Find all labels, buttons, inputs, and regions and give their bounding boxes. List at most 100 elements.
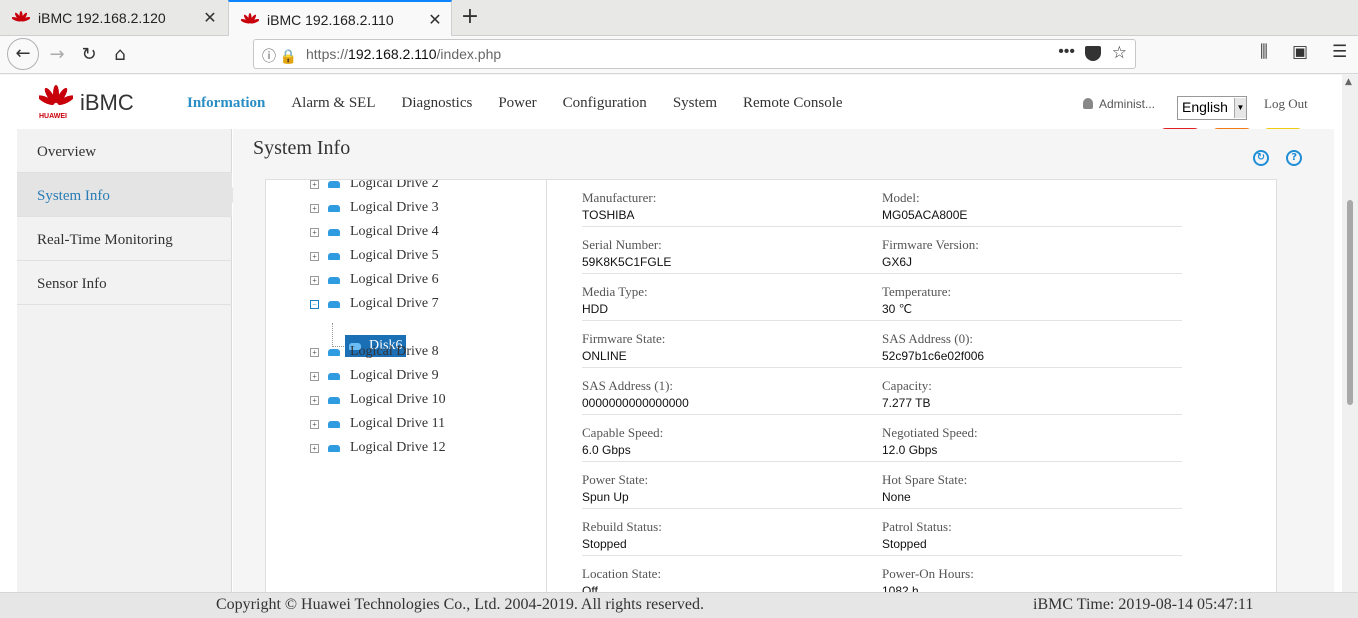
tree-item[interactable]: + Logical Drive 8 xyxy=(310,342,439,362)
tree-item[interactable]: + Logical Drive 5 xyxy=(310,246,439,266)
menu-power[interactable]: Power xyxy=(498,95,536,112)
detail-value: 30 ℃ xyxy=(882,302,913,316)
menu-system[interactable]: System xyxy=(673,95,717,112)
reload-button[interactable]: ↻ xyxy=(74,40,104,70)
detail-row: Capable Speed: 6.0 Gbps Negotiated Speed:… xyxy=(582,415,1182,462)
expand-icon[interactable]: + xyxy=(310,275,319,285)
huawei-favicon-icon xyxy=(240,12,260,27)
tree-item[interactable]: + Logical Drive 9 xyxy=(310,366,439,386)
logo-text: HUAWEI xyxy=(39,113,67,120)
detail-value: 0000000000000000 xyxy=(582,396,689,410)
logical-drive-icon xyxy=(328,372,340,380)
detail-label: SAS Address (0): xyxy=(882,331,974,346)
detail-field: Negotiated Speed: 12.0 Gbps xyxy=(882,425,978,457)
detail-label: Firmware State: xyxy=(582,331,666,346)
back-button[interactable]: ← xyxy=(7,38,39,70)
browser-tab[interactable]: iBMC 192.168.2.120 ✕ xyxy=(0,0,226,36)
expand-icon[interactable]: + xyxy=(310,227,319,237)
sidebar-item-overview[interactable]: Overview xyxy=(17,129,232,173)
pocket-icon[interactable] xyxy=(1085,46,1101,61)
detail-label: Serial Number: xyxy=(582,237,662,252)
menu-configuration[interactable]: Configuration xyxy=(563,95,647,112)
expand-icon[interactable]: + xyxy=(310,251,319,261)
menu-information[interactable]: Information xyxy=(187,95,265,112)
detail-value: Spun Up xyxy=(582,490,629,504)
page-tools: ↻ ? xyxy=(1253,145,1314,166)
logical-drive-icon xyxy=(328,252,340,260)
sidebar: Overview System Info Real-Time Monitorin… xyxy=(17,129,241,618)
scroll-up-icon[interactable]: ▲ xyxy=(1345,77,1352,87)
sidebar-item-sensor-info[interactable]: Sensor Info xyxy=(17,261,232,305)
detail-field: Media Type: HDD xyxy=(582,284,648,316)
ibmc-header: HUAWEI iBMC Information Alarm & SEL Diag… xyxy=(17,75,1334,145)
logical-drive-icon xyxy=(328,276,340,284)
page-scrollbar[interactable]: ▲ xyxy=(1342,75,1358,592)
page-actions-icon[interactable]: ••• xyxy=(1058,43,1075,61)
detail-label: Patrol Status: xyxy=(882,519,952,534)
storage-tree: + Logical Drive 2 + Logical Drive 3 + Logic… xyxy=(266,180,547,617)
ibmc-time: iBMC Time: 2019-08-14 05:47:11 xyxy=(1033,596,1254,613)
footer: Copyright © Huawei Technologies Co., Ltd… xyxy=(0,592,1358,618)
detail-value: 6.0 Gbps xyxy=(582,443,631,457)
huawei-favicon-icon xyxy=(11,11,31,25)
tree-item[interactable]: + Logical Drive 12 xyxy=(310,438,446,458)
expand-icon[interactable]: + xyxy=(310,371,319,381)
close-tab-icon[interactable]: ✕ xyxy=(200,8,220,28)
detail-field: Patrol Status: Stopped xyxy=(882,519,952,551)
expand-icon[interactable]: + xyxy=(310,347,319,357)
tree-item[interactable]: + Logical Drive 6 xyxy=(310,270,439,290)
site-info-icon[interactable]: ⓘ 🔒 xyxy=(262,46,297,66)
browser-tab-active[interactable]: iBMC 192.168.2.110 ✕ xyxy=(228,0,452,37)
expand-icon[interactable]: + xyxy=(310,395,319,405)
main-content: System Info ↻ ? + Logical Drive 2 + Logica… xyxy=(233,129,1334,618)
tree-item-label: Logical Drive 12 xyxy=(350,440,446,455)
tree-item-label: Logical Drive 10 xyxy=(350,392,446,407)
help-icon[interactable]: ? xyxy=(1286,150,1303,166)
sidebar-item-system-info[interactable]: System Info xyxy=(17,173,241,217)
forward-button[interactable]: → xyxy=(42,40,72,70)
library-icon[interactable]: ⫼ xyxy=(1260,42,1268,62)
detail-field: Model: MG05ACA800E xyxy=(882,190,967,222)
tree-item-label: Logical Drive 5 xyxy=(350,248,439,263)
dropdown-arrow-icon: ▼ xyxy=(1234,98,1246,118)
detail-row: Manufacturer: TOSHIBA Model: MG05ACA800E xyxy=(582,180,1182,227)
logical-drive-icon xyxy=(328,228,340,236)
tree-item-label: Logical Drive 3 xyxy=(350,200,439,215)
menu-alarm-sel[interactable]: Alarm & SEL xyxy=(291,95,375,112)
expand-icon[interactable]: + xyxy=(310,203,319,213)
scrollbar-thumb[interactable] xyxy=(1347,200,1353,405)
tree-item[interactable]: + Logical Drive 3 xyxy=(310,198,439,218)
tree-item[interactable]: + Logical Drive 2 xyxy=(310,180,439,194)
tree-item-label: Logical Drive 7 xyxy=(350,296,439,311)
menu-remote-console[interactable]: Remote Console xyxy=(743,95,843,112)
expand-icon[interactable]: + xyxy=(310,443,319,453)
logical-drive-icon xyxy=(328,300,340,308)
detail-label: Media Type: xyxy=(582,284,648,299)
detail-value: 59K8K5C1FGLE xyxy=(582,255,672,269)
detail-label: Capacity: xyxy=(882,378,932,393)
collapse-icon[interactable]: − xyxy=(310,299,319,309)
language-select[interactable]: English ▼ xyxy=(1177,96,1247,120)
expand-icon[interactable]: + xyxy=(310,419,319,429)
detail-label: Capable Speed: xyxy=(582,425,664,440)
home-button[interactable]: ⌂ xyxy=(105,40,135,70)
new-tab-button[interactable]: + xyxy=(456,2,484,34)
sidebar-toggle-icon[interactable]: ▣ xyxy=(1292,42,1308,62)
tree-item[interactable]: + Logical Drive 4 xyxy=(310,222,439,242)
detail-field: Capable Speed: 6.0 Gbps xyxy=(582,425,663,457)
sidebar-item-real-time-monitoring[interactable]: Real-Time Monitoring xyxy=(17,217,232,261)
menu-icon[interactable]: ☰ xyxy=(1332,42,1347,62)
expand-icon[interactable]: + xyxy=(310,180,319,189)
tree-item[interactable]: + Logical Drive 11 xyxy=(310,414,445,434)
user-icon xyxy=(1083,98,1093,109)
user-menu[interactable]: Administ... xyxy=(1083,97,1155,111)
logout-link[interactable]: Log Out xyxy=(1264,96,1308,112)
bookmark-star-icon[interactable]: ☆ xyxy=(1112,43,1127,63)
menu-diagnostics[interactable]: Diagnostics xyxy=(402,95,473,112)
tree-item-expanded[interactable]: − Logical Drive 7 xyxy=(310,294,439,314)
url-bar[interactable]: ⓘ 🔒 https://192.168.2.110/index.php ••• … xyxy=(253,39,1136,69)
close-tab-icon[interactable]: ✕ xyxy=(425,10,445,30)
refresh-icon[interactable]: ↻ xyxy=(1253,150,1269,166)
tree-item[interactable]: + Logical Drive 10 xyxy=(310,390,446,410)
detail-field: Serial Number: 59K8K5C1FGLE xyxy=(582,237,671,269)
